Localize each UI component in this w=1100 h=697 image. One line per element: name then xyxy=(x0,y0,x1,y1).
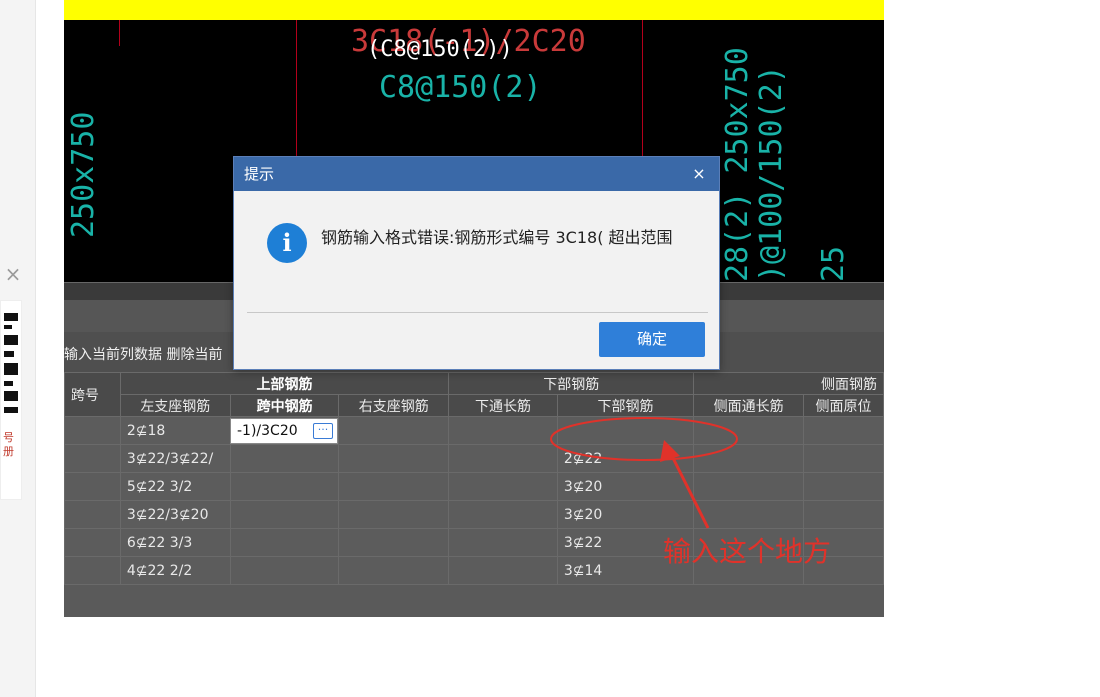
left-support-cell[interactable]: 5⊈22 3/2 xyxy=(119,472,231,501)
header-bottom-rebar: 下部钢筋 xyxy=(556,394,695,417)
left-support-cell[interactable]: 3⊈22/3⊈20 xyxy=(119,500,231,529)
ellipsis-button[interactable]: ··· xyxy=(313,423,333,439)
qr-module xyxy=(4,351,14,357)
right-support-cell[interactable] xyxy=(338,444,450,473)
bottom-continuous-cell[interactable] xyxy=(448,472,558,501)
header-side-continuous: 侧面通长筋 xyxy=(693,394,805,417)
span-cell[interactable] xyxy=(64,528,121,557)
qr-module xyxy=(4,363,18,375)
left-support-cell[interactable]: 6⊈22 3/3 xyxy=(119,528,231,557)
editor-value[interactable]: -1)/3C20 xyxy=(237,423,298,439)
cad-right-vertical-1: 28(2) 250x750 xyxy=(720,47,755,282)
mid-span-cell-editor[interactable]: -1)/3C20 ··· xyxy=(230,418,338,444)
dialog-message: 钢筋输入格式错误:钢筋形式编号 3C18( 超出范围 xyxy=(321,228,673,247)
cad-top-label: (C8@150(2)) xyxy=(367,37,513,62)
header-group-side: 侧面钢筋 xyxy=(693,372,884,395)
mid-span-cell[interactable] xyxy=(229,472,340,501)
dialog-divider xyxy=(247,312,708,313)
annotation-text: 输入这个地方 xyxy=(663,535,832,568)
qr-module xyxy=(4,391,18,401)
table-row: 5⊈22 3/2 3⊈20 xyxy=(64,472,884,501)
mid-span-cell[interactable] xyxy=(229,556,340,585)
header-group-bottom: 下部钢筋 xyxy=(448,372,695,395)
qr-module xyxy=(4,335,18,345)
span-cell[interactable] xyxy=(64,444,121,473)
side-continuous-cell[interactable] xyxy=(693,472,805,501)
span-cell[interactable] xyxy=(64,500,121,529)
left-support-cell[interactable]: 4⊈22 2/2 xyxy=(119,556,231,585)
bottom-continuous-cell[interactable] xyxy=(448,444,558,473)
header-group-top: 上部钢筋 xyxy=(119,372,450,395)
side-continuous-cell[interactable] xyxy=(693,444,805,473)
side-original-cell[interactable] xyxy=(803,416,884,445)
cad-left-vertical: 250x750 xyxy=(66,111,101,238)
header-left-support: 左支座钢筋 xyxy=(119,394,231,417)
table-row: 2⊈18 xyxy=(64,416,884,445)
cad-red-line xyxy=(119,20,120,46)
dialog-close-icon[interactable]: × xyxy=(689,157,709,191)
page: × 号册 3C18(-1)/2C20 (C8@150(2)) C8@150(2)… xyxy=(0,0,1100,697)
left-side-rail: × 号册 xyxy=(0,0,36,697)
error-dialog: 提示 × i 钢筋输入格式错误:钢筋形式编号 3C18( 超出范围 确定 xyxy=(233,156,720,370)
left-support-cell[interactable]: 2⊈18 xyxy=(119,416,231,445)
header-bottom-continuous: 下通长筋 xyxy=(448,394,558,417)
right-support-cell[interactable] xyxy=(338,500,450,529)
header-mid-span: 跨中钢筋 xyxy=(229,394,340,417)
left-support-cell[interactable]: 3⊈22/3⊈22/ xyxy=(119,444,231,473)
header-span: 跨号 xyxy=(64,372,121,417)
side-continuous-cell[interactable] xyxy=(693,500,805,529)
software-screenshot: 3C18(-1)/2C20 (C8@150(2)) C8@150(2) 250x… xyxy=(64,0,884,617)
qr-module xyxy=(4,407,18,413)
table-row: 3⊈22/3⊈20 3⊈20 xyxy=(64,500,884,529)
info-icon: i xyxy=(267,223,307,263)
bottom-continuous-cell[interactable] xyxy=(448,556,558,585)
bottom-continuous-cell[interactable] xyxy=(448,528,558,557)
mid-span-cell[interactable] xyxy=(229,500,340,529)
bottom-rebar-cell[interactable] xyxy=(556,416,695,445)
side-original-cell[interactable] xyxy=(803,500,884,529)
right-support-cell[interactable] xyxy=(338,556,450,585)
rail-side-text: 号册 xyxy=(3,431,14,458)
cad-stirrup-label: C8@150(2) xyxy=(379,70,542,105)
mid-span-cell[interactable] xyxy=(229,444,340,473)
right-support-cell[interactable] xyxy=(338,472,450,501)
cad-right-vertical-2: )@100/150(2) xyxy=(754,65,789,282)
bottom-continuous-cell[interactable] xyxy=(448,500,558,529)
bottom-rebar-cell[interactable]: 2⊈22 xyxy=(556,444,695,473)
bottom-rebar-cell[interactable]: 3⊈20 xyxy=(556,500,695,529)
cad-yellow-band xyxy=(64,0,884,20)
side-original-cell[interactable] xyxy=(803,444,884,473)
qr-module xyxy=(4,325,12,329)
mid-span-cell[interactable] xyxy=(229,528,340,557)
header-right-support: 右支座钢筋 xyxy=(338,394,450,417)
right-support-cell[interactable] xyxy=(338,416,450,445)
bottom-rebar-cell[interactable]: 3⊈20 xyxy=(556,472,695,501)
side-original-cell[interactable] xyxy=(803,472,884,501)
dialog-title: 提示 xyxy=(234,157,719,191)
qr-module xyxy=(4,313,18,321)
ok-button[interactable]: 确定 xyxy=(599,322,705,357)
qr-module xyxy=(4,381,13,386)
qr-code: 号册 xyxy=(0,300,22,500)
cad-right-vertical-3: 25 xyxy=(816,245,851,282)
span-cell[interactable] xyxy=(64,416,121,445)
right-support-cell[interactable] xyxy=(338,528,450,557)
span-cell[interactable] xyxy=(64,472,121,501)
table-row: 3⊈22/3⊈22/ 2⊈22 xyxy=(64,444,884,473)
bottom-continuous-cell[interactable] xyxy=(448,416,558,445)
header-side-original: 侧面原位 xyxy=(803,394,884,417)
side-continuous-cell[interactable] xyxy=(693,416,805,445)
ops-actions-text[interactable]: 输入当前列数据 删除当前 xyxy=(64,344,222,364)
rail-close-icon[interactable]: × xyxy=(4,262,22,286)
span-cell[interactable] xyxy=(64,556,121,585)
